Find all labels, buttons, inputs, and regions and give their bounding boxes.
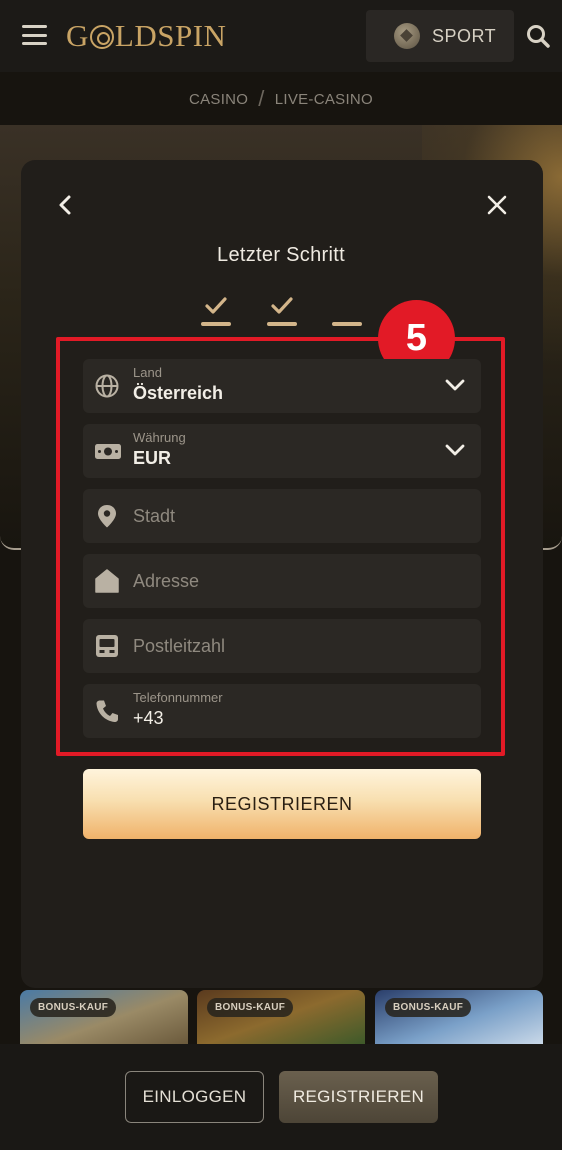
search-icon[interactable] [526, 24, 550, 48]
goldspin-logo[interactable]: G LDSPIN [66, 20, 226, 51]
close-icon[interactable] [486, 194, 508, 216]
phone-icon [96, 700, 118, 722]
sport-button-label: SPORT [432, 26, 497, 46]
login-button[interactable]: EINLOGGEN [125, 1071, 264, 1123]
address-placeholder: Adresse [133, 571, 200, 591]
back-chevron-icon[interactable] [54, 193, 76, 217]
chevron-down-icon [445, 444, 465, 456]
game-tile[interactable]: BONUS-KAUF [197, 990, 365, 1044]
location-pin-icon [98, 505, 116, 528]
breadcrumb-separator: / [258, 86, 265, 111]
phone-field[interactable]: Telefonnummer +43 [83, 684, 481, 738]
modal-title: Letzter Schritt [217, 244, 345, 266]
house-icon [95, 569, 119, 593]
globe-icon [95, 374, 119, 398]
breadcrumb-live-casino[interactable]: LIVE-CASINO [275, 91, 373, 108]
step-2-complete [267, 296, 297, 330]
game-tile[interactable]: BONUS-KAUF [375, 990, 543, 1044]
phone-label: Telefonnummer [133, 690, 223, 705]
bonus-buy-tag: BONUS-KAUF [30, 998, 117, 1017]
checkmark-icon [271, 297, 293, 314]
zip-field[interactable]: Postleitzahl [83, 619, 481, 673]
top-bar: G LDSPIN SPORT [0, 0, 562, 72]
chevron-down-icon [445, 379, 465, 391]
breadcrumb: CASINO / LIVE-CASINO [0, 86, 562, 112]
country-label: Land [133, 365, 162, 380]
step-1-complete [201, 296, 231, 330]
country-select[interactable]: Land Österreich [83, 359, 481, 413]
phone-value: +43 [133, 708, 164, 728]
address-field[interactable]: Adresse [83, 554, 481, 608]
currency-label: Währung [133, 430, 186, 445]
register-submit-button[interactable]: REGISTRIEREN [83, 769, 481, 839]
breadcrumb-casino[interactable]: CASINO [189, 91, 248, 108]
bonus-buy-tag: BONUS-KAUF [207, 998, 294, 1017]
register-button[interactable]: REGISTRIEREN [279, 1071, 438, 1123]
soccer-ball-icon [394, 23, 420, 49]
zip-placeholder: Postleitzahl [133, 636, 226, 656]
currency-value: EUR [133, 448, 172, 468]
money-icon [95, 444, 121, 459]
currency-select[interactable]: Währung EUR [83, 424, 481, 478]
city-field[interactable]: Stadt [83, 489, 481, 543]
mailbox-icon [96, 635, 118, 657]
step-3-current [332, 296, 362, 330]
menu-icon[interactable] [22, 25, 47, 45]
sport-button[interactable]: SPORT [366, 10, 514, 62]
country-value: Österreich [133, 383, 224, 403]
city-placeholder: Stadt [133, 506, 176, 526]
checkmark-icon [205, 297, 227, 314]
game-tile[interactable]: BONUS-KAUF [20, 990, 188, 1044]
bonus-buy-tag: BONUS-KAUF [385, 998, 472, 1017]
